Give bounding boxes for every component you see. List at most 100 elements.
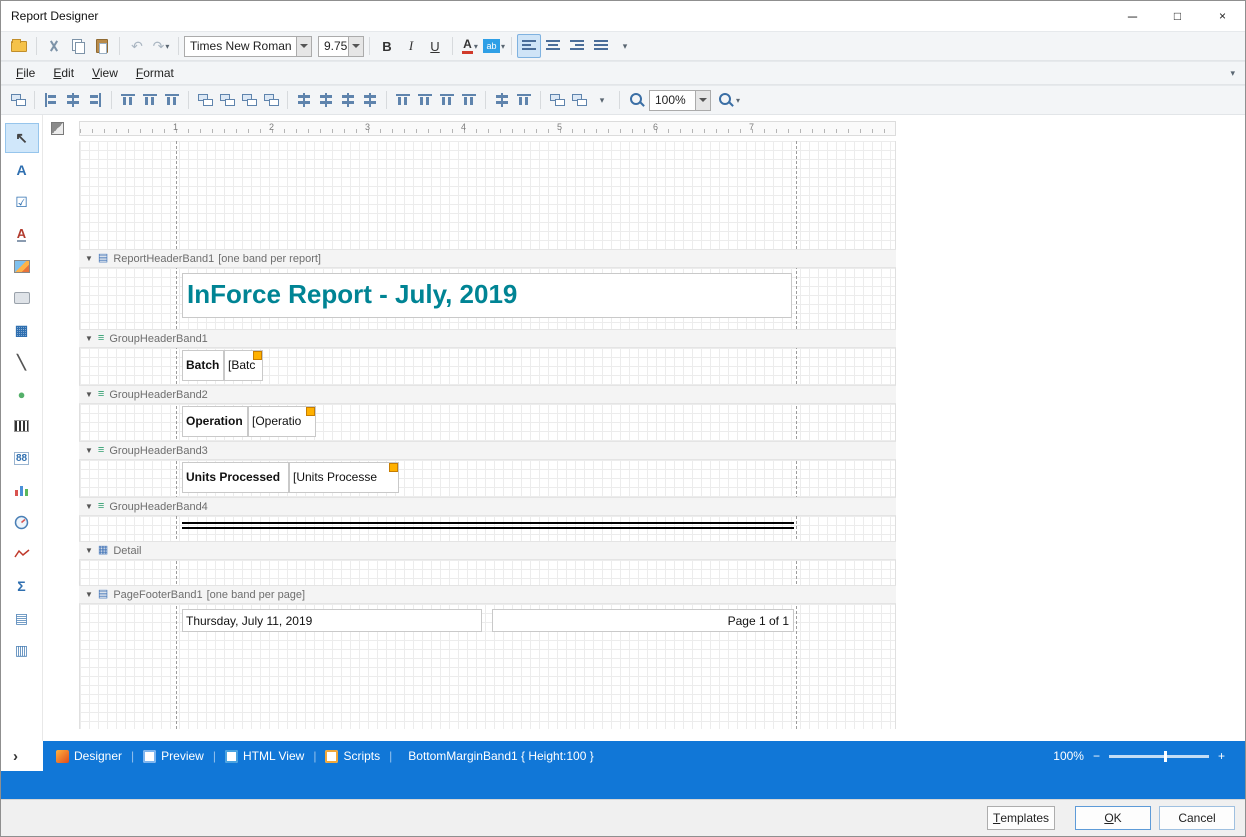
zoom-out-button[interactable] (625, 88, 649, 112)
font-size-combo[interactable]: 9.75 (318, 36, 364, 57)
make-same-height-button[interactable] (239, 90, 259, 110)
align-left-edges-button[interactable] (41, 90, 61, 110)
toolbox-item-line[interactable]: ╲ (5, 347, 39, 377)
band-header-group-header-3[interactable]: ▼ ≡ GroupHeaderBand3 (79, 441, 896, 460)
zoom-slider-thumb[interactable] (1164, 751, 1167, 762)
collapse-arrow-icon[interactable]: ▼ (85, 546, 93, 555)
band-header-group-header-1[interactable]: ▼ ≡ GroupHeaderBand1 (79, 329, 896, 348)
equal-horizontal-spacing-button[interactable] (294, 90, 314, 110)
center-horizontally-button[interactable] (492, 90, 512, 110)
maximize-button[interactable]: □ (1155, 1, 1200, 31)
group-header-1-surface[interactable]: Batch [Batc (79, 348, 896, 385)
remove-vertical-spacing-button[interactable] (459, 90, 479, 110)
toolbox-item-table[interactable]: ▦ (5, 315, 39, 345)
report-title-label[interactable]: InForce Report - July, 2019 (182, 273, 792, 318)
bold-button[interactable]: B (375, 34, 399, 58)
align-horizontal-centers-button[interactable] (140, 90, 160, 110)
align-left-button[interactable] (517, 34, 541, 58)
collapse-arrow-icon[interactable]: ▼ (85, 334, 93, 343)
toolbox-item-bar-code[interactable] (5, 411, 39, 441)
zoom-out-button[interactable]: − (1093, 749, 1100, 763)
detail-surface[interactable] (79, 560, 896, 585)
center-vertically-button[interactable] (514, 90, 534, 110)
group-header-3-surface[interactable]: Units Processed [Units Processe (79, 460, 896, 497)
band-header-detail[interactable]: ▼ ▦ Detail (79, 541, 896, 560)
tab-html-view[interactable]: HTML View (218, 741, 311, 771)
justify-button[interactable] (589, 34, 613, 58)
right-margin-line[interactable] (796, 141, 797, 729)
page-number-label[interactable]: Page 1 of 1 (492, 609, 794, 632)
toolbox-item-panel[interactable] (5, 283, 39, 313)
toolbox-item-picture-box[interactable] (5, 251, 39, 281)
align-top-edges-button[interactable] (118, 90, 138, 110)
report-design-surface[interactable]: ▼ ▤ ReportHeaderBand1 [one band per repo… (79, 141, 896, 729)
undo-button[interactable]: ↶ (125, 34, 149, 58)
redo-button[interactable]: ↷▾ (149, 34, 173, 58)
operation-caption-label[interactable]: Operation (182, 406, 248, 437)
align-vertical-centers-button[interactable] (63, 90, 83, 110)
toolbox-expander[interactable]: › (1, 741, 43, 771)
band-header-page-footer[interactable]: ▼ ▤ PageFooterBand1 [one band per page] (79, 585, 896, 604)
tab-scripts[interactable]: Scripts (318, 741, 387, 771)
toolbox-item-gauge[interactable] (5, 507, 39, 537)
menu-edit[interactable]: Edit (44, 63, 83, 83)
toolbox-item-page-info[interactable]: ▤ (5, 603, 39, 633)
decrease-horizontal-spacing-button[interactable] (338, 90, 358, 110)
underline-button[interactable]: U (423, 34, 447, 58)
zoom-slider[interactable] (1109, 755, 1209, 758)
align-center-button[interactable] (541, 34, 565, 58)
minimize-button[interactable]: ─ (1110, 1, 1155, 31)
make-same-size-button[interactable] (261, 90, 281, 110)
zoom-in-button[interactable]: ▾ (717, 88, 741, 112)
toolbox-item-check-box[interactable]: ☑ (5, 187, 39, 217)
align-right-edges-button[interactable] (85, 90, 105, 110)
cancel-button[interactable]: Cancel (1159, 806, 1235, 830)
zoom-combo[interactable]: 100% (649, 90, 711, 111)
highlight-button[interactable]: ab▾ (482, 34, 506, 58)
operation-data-field[interactable]: [Operatio (248, 406, 316, 437)
units-processed-caption-label[interactable]: Units Processed (182, 462, 289, 493)
toolbar-overflow-button[interactable]: ▾ (613, 34, 637, 58)
align-to-grid-button[interactable] (8, 90, 28, 110)
remove-horizontal-spacing-button[interactable] (360, 90, 380, 110)
band-header-group-header-4[interactable]: ▼ ≡ GroupHeaderBand4 (79, 497, 896, 516)
batch-data-field[interactable]: [Batc (224, 350, 263, 381)
left-margin-line[interactable] (176, 141, 177, 729)
equal-vertical-spacing-button[interactable] (393, 90, 413, 110)
bring-to-front-button[interactable] (547, 90, 567, 110)
toolbox-item-rich-text[interactable]: A (5, 219, 39, 249)
collapse-arrow-icon[interactable]: ▼ (85, 446, 93, 455)
toolbox-item-pointer[interactable]: ↖ (5, 123, 39, 153)
group-header-2-surface[interactable]: Operation [Operatio (79, 404, 896, 441)
menu-file[interactable]: File (7, 63, 44, 83)
toolbox-item-cross-band-box[interactable]: ▥ (5, 635, 39, 665)
band-header-group-header-2[interactable]: ▼ ≡ GroupHeaderBand2 (79, 385, 896, 404)
increase-vertical-spacing-button[interactable] (415, 90, 435, 110)
toolbox-item-label[interactable]: A (5, 155, 39, 185)
collapse-arrow-icon[interactable]: ▼ (85, 254, 93, 263)
copy-button[interactable] (66, 34, 90, 58)
make-same-width-button[interactable] (195, 90, 215, 110)
date-label[interactable]: Thursday, July 11, 2019 (182, 609, 482, 632)
toolbox-item-sparkline[interactable] (5, 539, 39, 569)
close-button[interactable]: × (1200, 1, 1245, 31)
collapse-arrow-icon[interactable]: ▼ (85, 390, 93, 399)
increase-horizontal-spacing-button[interactable] (316, 90, 336, 110)
smart-tag-icon[interactable] (253, 351, 262, 360)
page-footer-surface[interactable]: Thursday, July 11, 2019 Page 1 of 1 (79, 604, 896, 729)
zoom-in-button[interactable]: + (1218, 749, 1225, 763)
font-name-combo[interactable]: Times New Roman (184, 36, 312, 57)
paste-button[interactable] (90, 34, 114, 58)
align-bottom-edges-button[interactable] (162, 90, 182, 110)
units-processed-data-field[interactable]: [Units Processe (289, 462, 399, 493)
toolbox-item-chart[interactable] (5, 475, 39, 505)
batch-caption-label[interactable]: Batch (182, 350, 224, 381)
ok-button[interactable]: OK (1075, 806, 1151, 830)
font-color-button[interactable]: A▾ (458, 34, 482, 58)
order-overflow-button[interactable]: ▾ (590, 88, 614, 112)
top-margin-surface[interactable] (79, 141, 896, 249)
decrease-vertical-spacing-button[interactable] (437, 90, 457, 110)
horizontal-ruler[interactable]: 1 2 3 4 5 6 7 (79, 121, 896, 136)
band-header-report-header[interactable]: ▼ ▤ ReportHeaderBand1 [one band per repo… (79, 249, 896, 268)
toolbox-item-shape[interactable]: ● (5, 379, 39, 409)
